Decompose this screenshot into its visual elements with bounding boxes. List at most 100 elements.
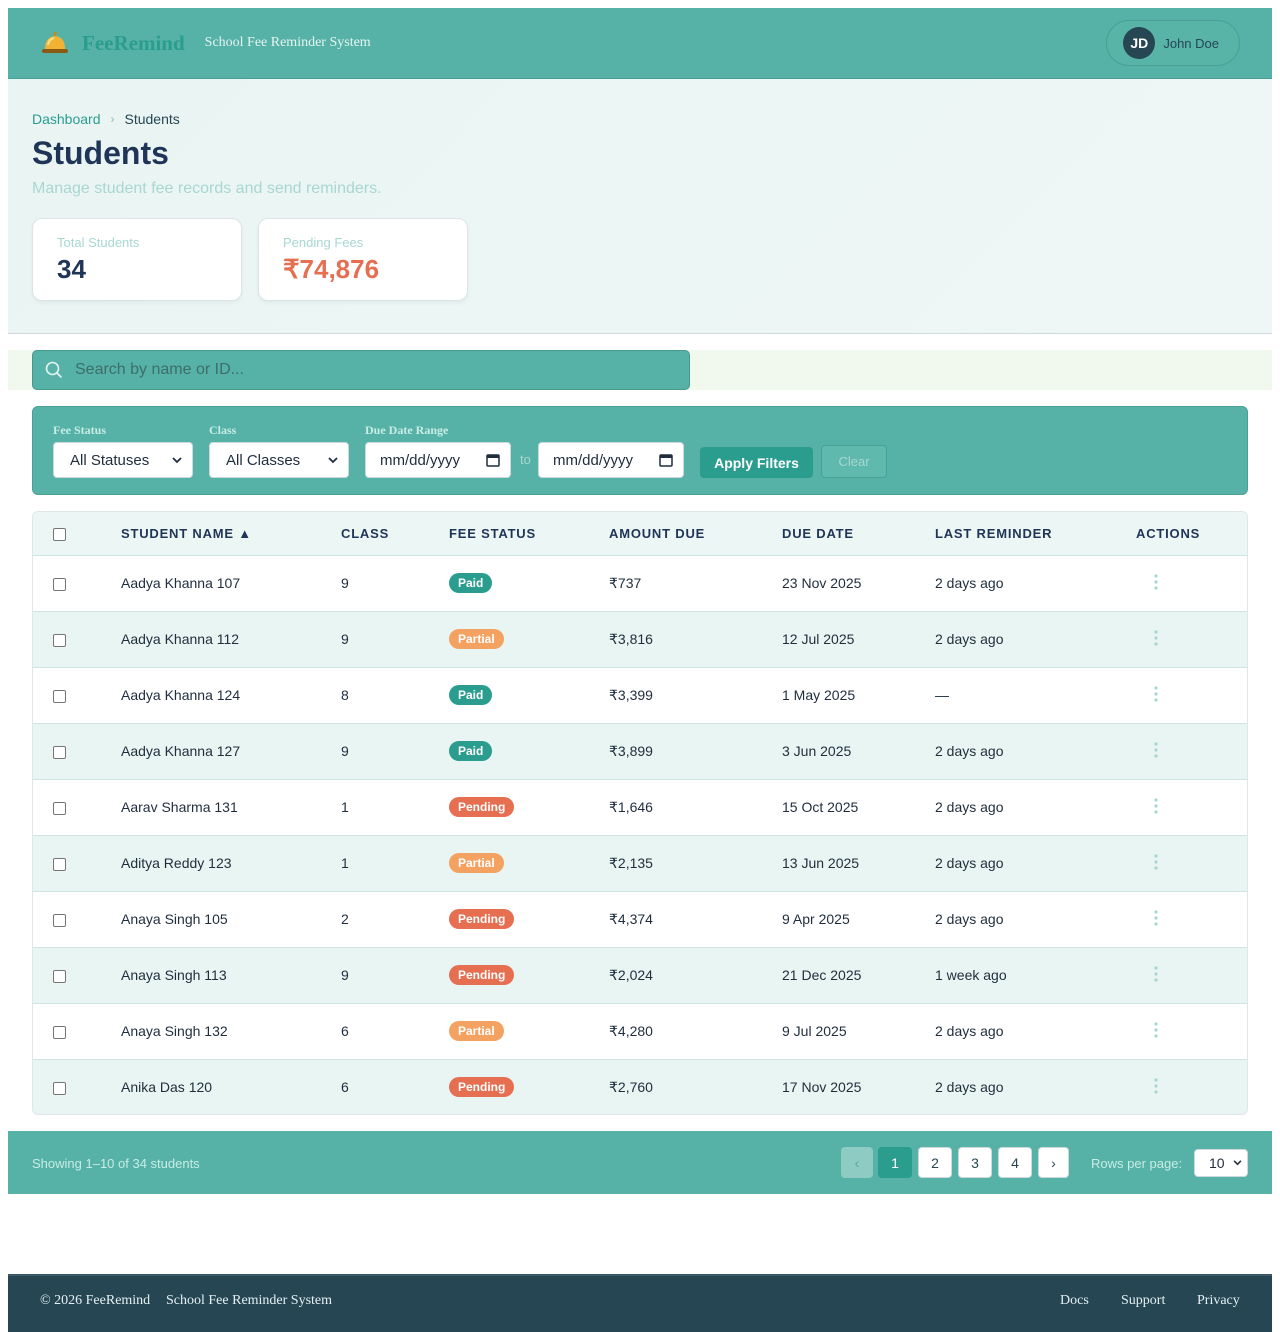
student-name[interactable]: Aadya Khanna 124	[121, 667, 341, 723]
fee-status-cell: Paid	[449, 555, 609, 611]
row-checkbox[interactable]	[53, 857, 66, 871]
page-button-1[interactable]: 1	[878, 1147, 912, 1178]
page-button-4[interactable]: 4	[998, 1147, 1032, 1178]
stat-label: Pending Fees	[283, 235, 364, 250]
search-input[interactable]	[73, 360, 633, 380]
column-header-amount-due[interactable]: AMOUNT DUE	[609, 512, 782, 556]
student-name[interactable]: Anaya Singh 113	[121, 947, 341, 1003]
due-date: 9 Apr 2025	[782, 911, 850, 927]
actions-cell	[1136, 1059, 1247, 1114]
row-select-cell	[33, 1059, 121, 1114]
calendar-icon[interactable]	[486, 453, 500, 467]
more-options-icon[interactable]	[1146, 796, 1166, 816]
due-date: 15 Oct 2025	[782, 799, 859, 815]
brand-name[interactable]: FeeRemind	[82, 31, 185, 56]
status-badge: Partial	[449, 629, 504, 649]
next-page-button[interactable]: ›	[1038, 1147, 1069, 1178]
clear-filters-button[interactable]: Clear	[821, 445, 887, 478]
more-options-icon[interactable]	[1146, 1020, 1166, 1040]
status-badge: Pending	[449, 797, 515, 817]
page-button-2[interactable]: 2	[918, 1147, 952, 1178]
student-name[interactable]: Anaya Singh 105	[121, 891, 341, 947]
select-all-checkbox[interactable]	[53, 527, 66, 541]
table-row: Aditya Reddy 123 1 Partial ₹2,135 13 Jun 202…	[33, 835, 1247, 891]
row-checkbox[interactable]	[53, 633, 66, 647]
last-reminder: 2 days ago	[935, 1023, 1004, 1039]
actions-cell	[1136, 555, 1247, 611]
last-reminder: —	[935, 687, 949, 703]
student-name[interactable]: Aditya Reddy 123	[121, 835, 341, 891]
more-options-icon[interactable]	[1146, 684, 1166, 704]
chevron-down-icon	[328, 456, 338, 463]
rows-per-page-select[interactable]: 10	[1194, 1149, 1248, 1177]
more-options-icon[interactable]	[1146, 964, 1166, 984]
bell-logo-icon	[42, 32, 68, 53]
status-badge: Pending	[449, 965, 515, 985]
fee-status-cell: Pending	[449, 779, 609, 835]
class-select[interactable]: All Classes	[209, 442, 349, 478]
row-select-cell	[33, 555, 121, 611]
more-options-icon[interactable]	[1146, 908, 1166, 928]
row-checkbox[interactable]	[53, 1025, 66, 1039]
student-name[interactable]: Anaya Singh 132	[121, 1003, 341, 1059]
row-checkbox[interactable]	[53, 969, 66, 983]
footer-copyright: © 2026 FeeRemind	[40, 1293, 151, 1308]
student-name[interactable]: Anika Das 120	[121, 1059, 341, 1114]
row-checkbox[interactable]	[53, 1082, 66, 1096]
column-header-class[interactable]: CLASS	[341, 512, 449, 556]
row-checkbox[interactable]	[53, 689, 66, 703]
footer-link-docs[interactable]: Docs	[1060, 1293, 1089, 1309]
search-bar-container	[8, 350, 1272, 390]
more-options-icon[interactable]	[1146, 740, 1166, 760]
fee-status-value: All Statuses	[70, 451, 150, 469]
student-class: 9	[341, 575, 349, 591]
student-name[interactable]: Aadya Khanna 127	[121, 723, 341, 779]
footer-link-support[interactable]: Support	[1121, 1293, 1165, 1309]
status-badge: Paid	[449, 685, 493, 705]
showing-count: Showing 1–10 of 34 students	[32, 1156, 200, 1171]
more-options-icon[interactable]	[1146, 1076, 1166, 1096]
due-date-range-label: Due Date Range	[365, 423, 449, 437]
row-checkbox[interactable]	[53, 577, 66, 591]
more-options-icon[interactable]	[1146, 852, 1166, 872]
user-menu[interactable]: JD John Doe	[1106, 20, 1240, 66]
due-date-from-input[interactable]: mm/dd/yyyy	[365, 442, 511, 478]
amount-due: ₹737	[609, 574, 642, 591]
class-label: Class	[209, 423, 237, 437]
page-subtitle: Manage student fee records and send remi…	[32, 180, 382, 197]
actions-cell	[1136, 723, 1247, 779]
column-header-due-date[interactable]: DUE DATE	[782, 512, 935, 556]
amount-due: ₹3,399	[609, 686, 653, 703]
amount-due: ₹3,899	[609, 742, 653, 759]
status-badge: Pending	[449, 1077, 515, 1098]
prev-page-button[interactable]: ‹	[841, 1147, 873, 1178]
student-name[interactable]: Aadya Khanna 112	[121, 611, 341, 667]
apply-filters-button[interactable]: Apply Filters	[700, 447, 813, 478]
column-header-student-name[interactable]: STUDENT NAME ▲	[121, 512, 341, 556]
due-date-to-input[interactable]: mm/dd/yyyy	[538, 442, 684, 478]
footer-link-privacy[interactable]: Privacy	[1197, 1293, 1240, 1309]
breadcrumb-dashboard-link[interactable]: Dashboard	[32, 111, 101, 127]
student-name[interactable]: Aadya Khanna 107	[121, 555, 341, 611]
row-checkbox[interactable]	[53, 801, 66, 815]
more-options-icon[interactable]	[1146, 628, 1166, 648]
student-name[interactable]: Aarav Sharma 131	[121, 779, 341, 835]
last-reminder: 1 week ago	[935, 967, 1007, 983]
fee-status-cell: Partial	[449, 611, 609, 667]
page-button-3[interactable]: 3	[958, 1147, 992, 1178]
search-box[interactable]	[32, 350, 690, 390]
column-header-last-reminder[interactable]: LAST REMINDER	[935, 512, 1136, 556]
row-checkbox[interactable]	[53, 745, 66, 759]
last-reminder: 2 days ago	[935, 631, 1004, 647]
row-checkbox[interactable]	[53, 913, 66, 927]
table-row: Aadya Khanna 107 9 Paid ₹737 23 Nov 2025 2 da…	[33, 555, 1247, 611]
rows-per-page-value: 10	[1209, 1155, 1225, 1171]
due-date: 9 Jul 2025	[782, 1023, 847, 1039]
more-options-icon[interactable]	[1146, 572, 1166, 592]
column-header-fee-status[interactable]: FEE STATUS	[449, 512, 609, 556]
calendar-icon[interactable]	[659, 453, 673, 467]
table-row: Anaya Singh 113 9 Pending ₹2,024 21 Dec 2025…	[33, 947, 1247, 1003]
chevron-down-icon	[172, 456, 182, 463]
amount-due: ₹2,760	[609, 1078, 653, 1095]
fee-status-select[interactable]: All Statuses	[53, 442, 193, 478]
